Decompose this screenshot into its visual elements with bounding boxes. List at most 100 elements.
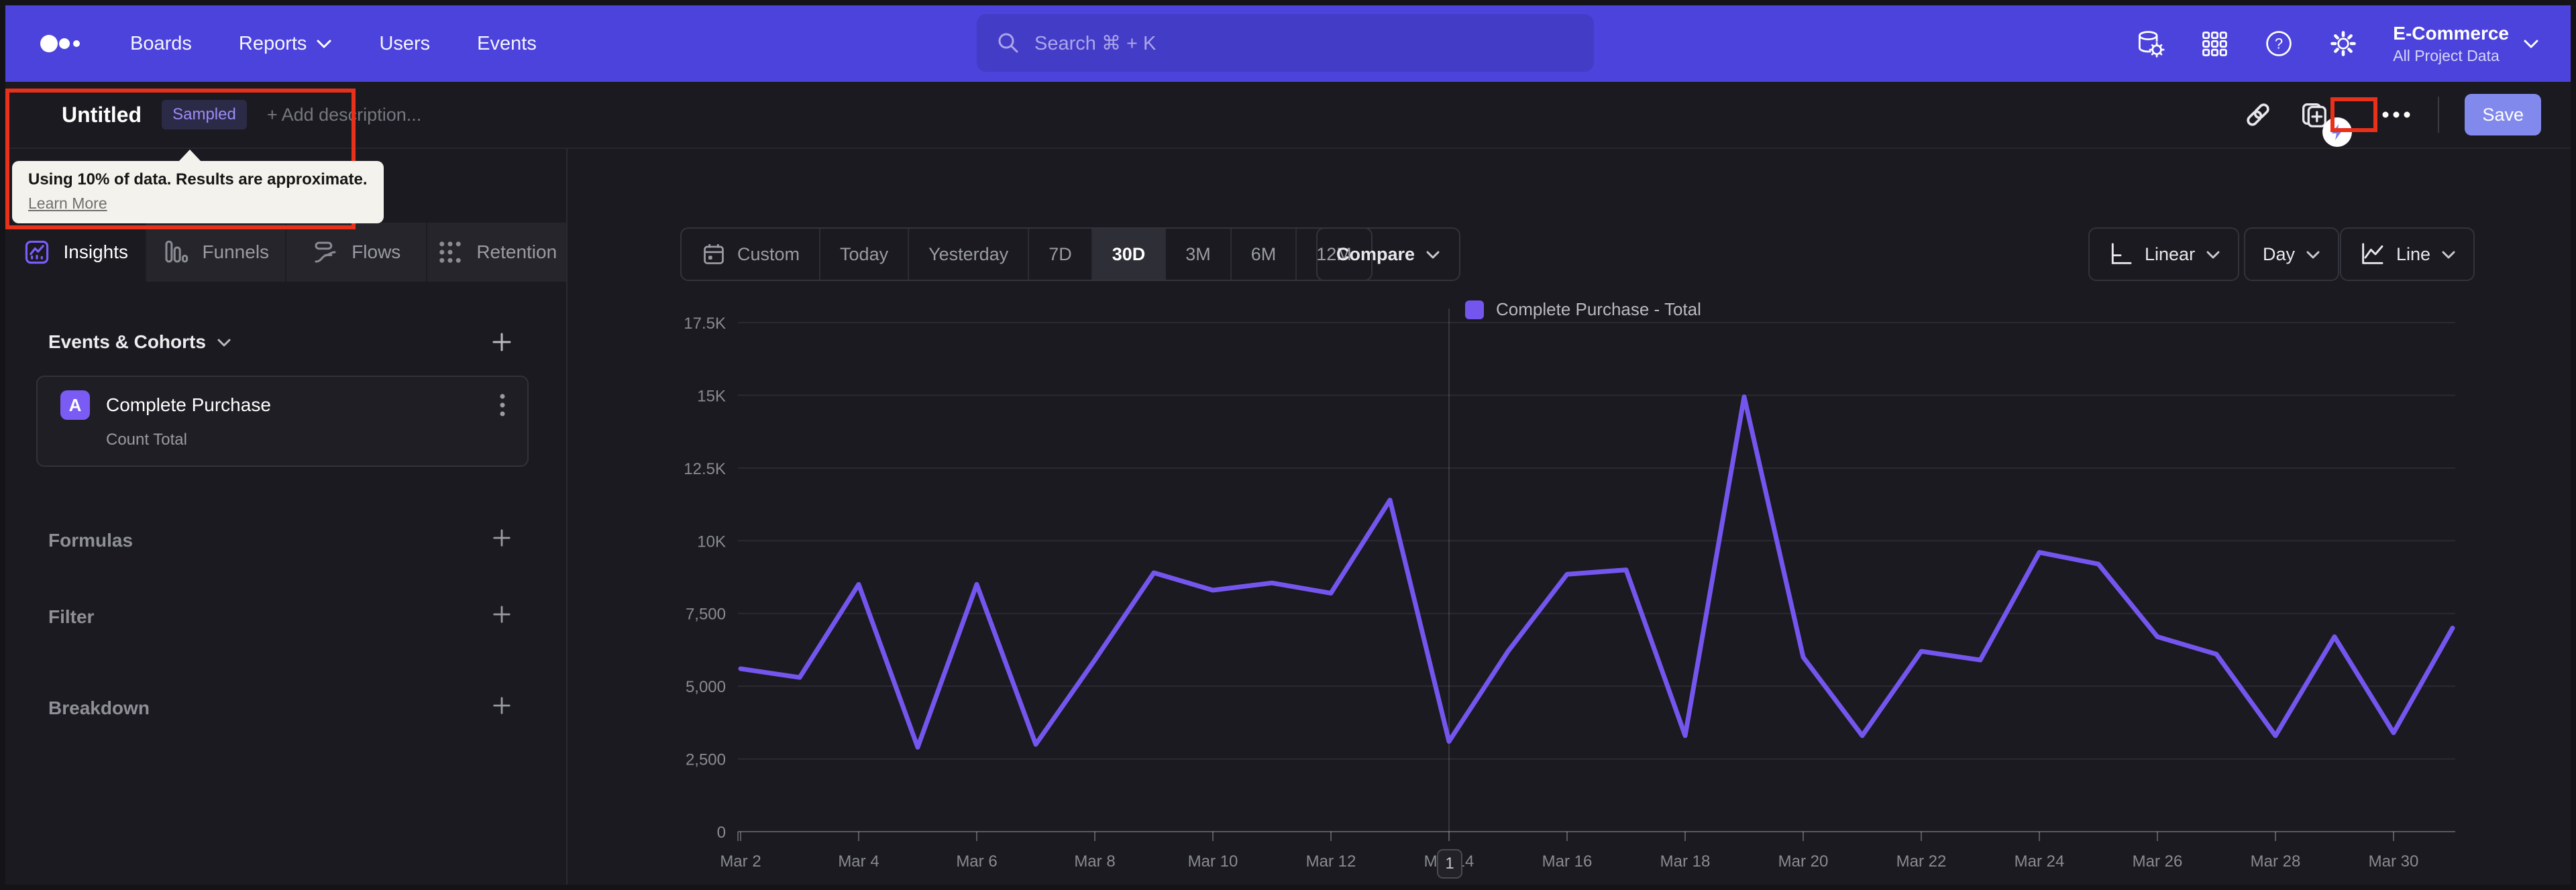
svg-text:5,000: 5,000	[686, 678, 726, 696]
section-filter: Filter	[48, 606, 95, 627]
nav-item-reports[interactable]: Reports	[239, 33, 333, 55]
add-description-button[interactable]: + Add description...	[267, 105, 421, 125]
chevron-down-icon	[217, 337, 231, 347]
report-type-tabs: Insights Funnels Flows Retention	[5, 223, 566, 282]
add-event-button[interactable]	[488, 329, 515, 355]
event-row: A Complete Purchase	[38, 377, 527, 420]
share-link-icon[interactable]	[2243, 100, 2273, 129]
chart-legend[interactable]: Complete Purchase - Total	[1465, 299, 1701, 320]
save-button[interactable]: Save	[2465, 94, 2541, 135]
scale-dropdown[interactable]: Linear	[2088, 227, 2240, 281]
apps-grid-icon[interactable]	[2200, 29, 2229, 58]
app-window: Boards Reports Users Events Search ⌘ + K…	[0, 0, 2576, 890]
svg-text:10K: 10K	[697, 533, 726, 551]
help-icon[interactable]: ?	[2264, 29, 2294, 58]
chevron-down-icon	[2206, 249, 2220, 260]
settings-gear-icon[interactable]	[2328, 29, 2358, 58]
svg-text:Mar 10: Mar 10	[1188, 852, 1238, 871]
range-3m[interactable]: 3M	[1166, 229, 1232, 280]
sampled-badge[interactable]: Sampled	[162, 100, 247, 129]
calendar-icon	[701, 241, 727, 267]
nav-item-label: Boards	[130, 32, 192, 54]
range-label: Custom	[737, 243, 800, 264]
event-card[interactable]: A Complete Purchase Count Total	[36, 376, 529, 467]
svg-text:15K: 15K	[697, 387, 726, 405]
annotation-marker-1[interactable]: 1	[1437, 849, 1462, 879]
svg-text:7,500: 7,500	[686, 606, 726, 624]
toolbar-right: Save	[2243, 94, 2571, 147]
scale-label: Linear	[2145, 243, 2196, 264]
nav-item-label: Events	[477, 32, 537, 54]
chart-type-dropdown[interactable]: Line	[2340, 227, 2475, 281]
svg-text:0: 0	[717, 824, 726, 842]
interval-dropdown[interactable]: Day	[2244, 227, 2340, 281]
data-management-icon[interactable]	[2135, 29, 2165, 58]
compare-label: Compare	[1336, 243, 1415, 264]
chevron-down-icon	[1426, 249, 1440, 260]
tab-flows[interactable]: Flows	[286, 223, 427, 282]
sampling-tooltip: Using 10% of data. Results are approxima…	[12, 150, 384, 223]
report-toolbar: Untitled Sampled + Add description... Sa…	[5, 82, 2571, 149]
range-30d[interactable]: 30D	[1092, 229, 1167, 280]
events-cohorts-label: Events & Cohorts	[48, 331, 206, 352]
nav-item-label: Reports	[238, 32, 307, 54]
nav-item-users[interactable]: Users	[379, 33, 430, 55]
svg-text:Mar 2: Mar 2	[720, 852, 761, 871]
learn-more-link[interactable]: Learn More	[28, 194, 107, 213]
toolbar-divider	[2438, 97, 2440, 133]
event-kebab-menu-icon[interactable]	[498, 392, 507, 419]
svg-text:Mar 22: Mar 22	[1896, 852, 1947, 871]
more-menu-icon[interactable]	[2380, 109, 2412, 120]
search-input[interactable]: Search ⌘ + K	[977, 14, 1594, 72]
interval-label: Day	[2263, 243, 2296, 264]
tooltip-text: Using 10% of data. Results are approxima…	[28, 170, 368, 188]
legend-swatch	[1465, 300, 1484, 319]
event-letter-badge: A	[60, 390, 90, 420]
line-chart-icon	[2359, 241, 2385, 268]
chevron-down-icon	[2441, 249, 2456, 260]
event-metric[interactable]: Count Total	[106, 431, 527, 449]
range-6m[interactable]: 6M	[1232, 229, 1297, 280]
add-formula-button[interactable]	[488, 524, 515, 551]
nav-item-boards[interactable]: Boards	[130, 33, 192, 55]
search-icon	[997, 32, 1020, 54]
svg-text:?: ?	[2275, 35, 2283, 52]
retention-icon	[436, 238, 464, 266]
report-title[interactable]: Untitled	[62, 103, 142, 127]
add-filter-button[interactable]	[488, 601, 515, 628]
svg-text:Mar 24: Mar 24	[2015, 852, 2065, 871]
nav-item-events[interactable]: Events	[477, 33, 537, 55]
project-switcher[interactable]: E-Commerce All Project Data	[2393, 23, 2540, 65]
svg-text:Mar 26: Mar 26	[2133, 852, 2183, 871]
insights-icon	[22, 237, 52, 267]
section-breakdown: Breakdown	[48, 698, 150, 718]
top-nav: Boards Reports Users Events Search ⌘ + K…	[5, 5, 2571, 82]
tab-label: Insights	[63, 241, 129, 262]
toolbar-left: Untitled Sampled + Add description...	[5, 100, 421, 129]
nav-right: ? E-Commerce All Project Data	[2135, 23, 2571, 65]
mixpanel-logo[interactable]	[40, 30, 83, 57]
project-name: E-Commerce	[2393, 22, 2509, 44]
search-placeholder: Search ⌘ + K	[1034, 32, 1157, 54]
svg-text:Mar 30: Mar 30	[2369, 852, 2419, 871]
svg-text:2,500: 2,500	[686, 751, 726, 769]
compare-dropdown[interactable]: Compare	[1316, 227, 1461, 281]
chevron-down-icon	[316, 38, 332, 49]
range-custom[interactable]: Custom	[682, 229, 821, 280]
svg-text:Mar 8: Mar 8	[1074, 852, 1115, 871]
event-name[interactable]: Complete Purchase	[106, 394, 482, 416]
range-7d[interactable]: 7D	[1029, 229, 1093, 280]
chevron-down-icon	[2306, 249, 2320, 260]
svg-text:Mar 16: Mar 16	[1542, 852, 1593, 871]
svg-text:17.5K: 17.5K	[684, 315, 726, 333]
svg-text:Mar 6: Mar 6	[956, 852, 997, 871]
events-cohorts-heading[interactable]: Events & Cohorts	[48, 331, 231, 353]
range-yesterday[interactable]: Yesterday	[909, 229, 1030, 280]
svg-text:Mar 20: Mar 20	[1778, 852, 1829, 871]
linear-scale-icon	[2107, 241, 2134, 268]
add-breakdown-button[interactable]	[488, 692, 515, 719]
range-today[interactable]: Today	[820, 229, 910, 280]
tab-retention[interactable]: Retention	[427, 223, 567, 282]
tab-insights[interactable]: Insights	[5, 223, 146, 282]
tab-funnels[interactable]: Funnels	[146, 223, 286, 282]
